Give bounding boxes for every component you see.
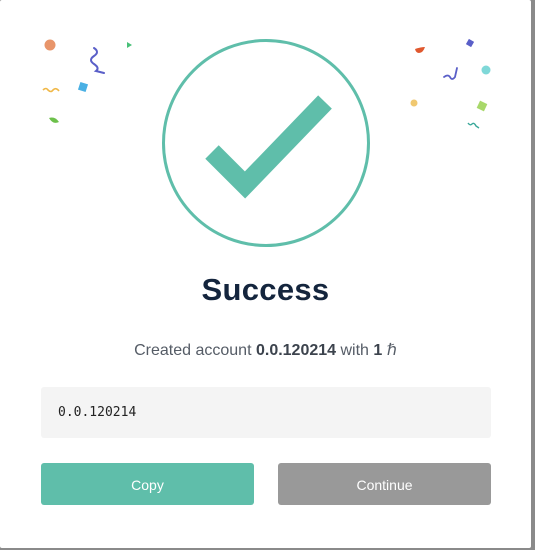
confetti-piece: [481, 65, 491, 75]
amount-text: 1: [373, 342, 383, 359]
confetti-piece: [42, 87, 60, 93]
confetti-piece: [90, 47, 105, 74]
checkmark-circle-icon: [162, 39, 370, 247]
confetti-piece: [77, 81, 89, 93]
message-middle: with: [336, 342, 374, 359]
confetti-piece: [410, 99, 418, 107]
message-prefix: Created account: [134, 342, 256, 359]
confetti-piece: [465, 38, 475, 48]
success-dialog: Success Created account 0.0.120214 with …: [0, 0, 531, 548]
confetti-piece: [49, 117, 59, 123]
confetti-piece: [127, 42, 132, 48]
copy-button[interactable]: Copy: [41, 463, 254, 505]
confetti-piece: [443, 67, 458, 80]
success-message: Created account 0.0.120214 with 1 ℏ: [0, 340, 531, 360]
continue-button[interactable]: Continue: [278, 463, 491, 505]
account-id-text: 0.0.120214: [255, 342, 337, 359]
hbar-symbol: ℏ: [386, 342, 397, 359]
confetti-piece: [415, 47, 425, 53]
confetti-piece: [467, 122, 480, 129]
confetti-piece: [44, 39, 56, 51]
dialog-title: Success: [201, 272, 330, 307]
account-id-field[interactable]: 0.0.120214: [41, 387, 491, 438]
confetti-piece: [476, 100, 488, 112]
